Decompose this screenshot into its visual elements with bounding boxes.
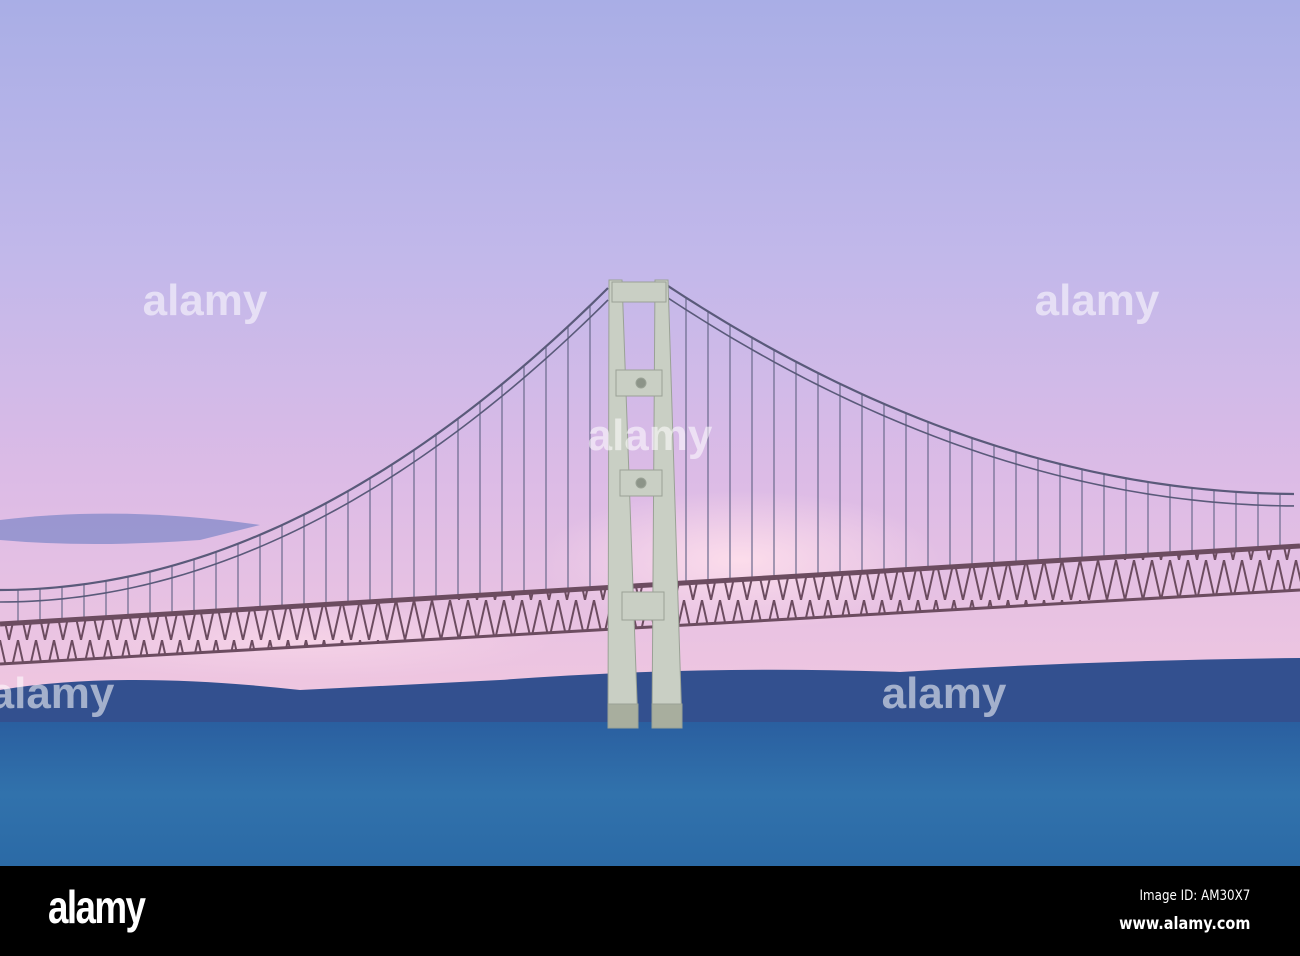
stock-photo: alamy alamy alamy alamy alamy alamy Imag… [0, 0, 1300, 956]
svg-text:alamy: alamy [1035, 276, 1160, 325]
footer-bar: alamy Image ID: AM30X7 www.alamy.com [0, 866, 1300, 956]
image-id: Image ID: AM30X7 [1139, 888, 1250, 904]
svg-text:alamy: alamy [588, 411, 713, 460]
alamy-logo: alamy [48, 881, 146, 933]
bridge-photo: alamy alamy alamy alamy alamy [0, 0, 1300, 866]
site-url[interactable]: www.alamy.com [1119, 914, 1250, 934]
svg-text:alamy: alamy [143, 276, 268, 325]
svg-text:alamy: alamy [0, 669, 115, 718]
svg-text:alamy: alamy [882, 669, 1007, 718]
water [0, 722, 1300, 866]
